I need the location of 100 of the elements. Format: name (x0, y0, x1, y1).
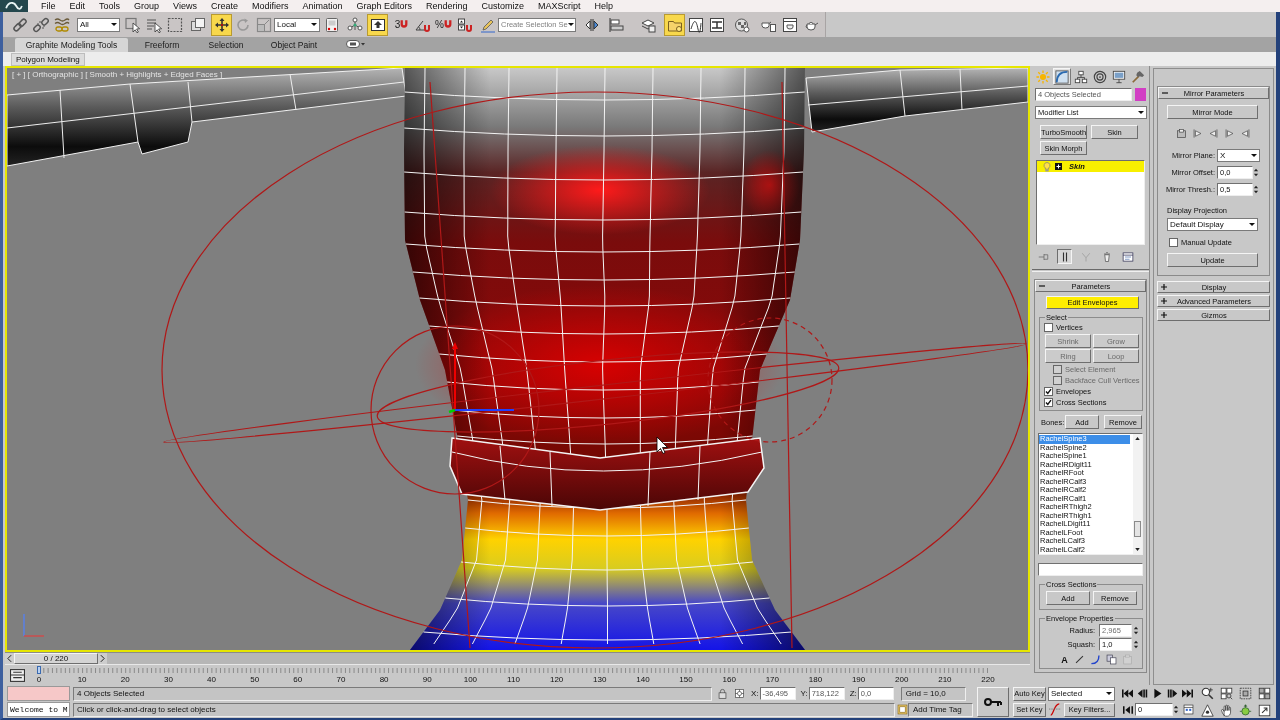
modify-tab[interactable] (1053, 68, 1071, 85)
move-button[interactable] (211, 13, 232, 36)
spinner-arrows-icon[interactable] (1253, 184, 1259, 195)
selection-filter-dropdown[interactable]: All (77, 17, 120, 32)
copy-icon (1106, 654, 1117, 665)
next-frame-button[interactable] (98, 653, 107, 664)
motion-tab[interactable] (1091, 68, 1109, 85)
key-set-dropdown[interactable]: Selected (1048, 686, 1115, 701)
menu-item[interactable]: Edit (62, 0, 93, 12)
snap-button[interactable]: 3 (391, 13, 412, 36)
spinner-arrows-icon[interactable] (1253, 167, 1259, 178)
mini-curve-editor-button[interactable] (9, 667, 26, 683)
object-color-swatch-icon[interactable] (1135, 88, 1146, 101)
frame-label: 30 (163, 675, 173, 684)
transform-gizmo-icon[interactable] (448, 342, 515, 414)
hierarchy-tab[interactable] (1072, 68, 1090, 85)
mirror-tool-button[interactable] (1192, 128, 1203, 139)
menu-item[interactable]: Customize (474, 0, 532, 12)
configure-sets-button[interactable] (1120, 249, 1135, 264)
time-tag-toggle-button[interactable] (896, 702, 908, 717)
lock-selection-button[interactable] (715, 686, 729, 701)
envelope-tool-button[interactable] (1090, 654, 1101, 665)
show-end-result-button[interactable] (1057, 249, 1072, 264)
checkbox[interactable] (1044, 398, 1053, 407)
toggle-caret-icon (346, 40, 365, 48)
ribbon-tab[interactable]: Graphite Modeling Tools (15, 38, 128, 52)
menu-item[interactable]: Modifiers (244, 0, 296, 12)
checkbox[interactable] (1044, 323, 1053, 332)
default-tangent-button[interactable] (1047, 702, 1062, 717)
spinner-arrows-icon[interactable] (1133, 638, 1139, 650)
mirror-tool-button[interactable] (1208, 128, 1219, 139)
menu-item[interactable]: Create (203, 0, 245, 12)
ribbon-panel-label[interactable]: Polygon Modeling (11, 52, 85, 66)
transform-mode-button[interactable] (732, 686, 746, 701)
menu-item[interactable]: Rendering (419, 0, 475, 12)
menu-item[interactable]: Animation (295, 0, 350, 12)
scroll-thumb[interactable] (1134, 521, 1141, 537)
left-triangle-icon (1208, 128, 1219, 139)
ribbon-tab[interactable]: Freeform (128, 38, 196, 52)
coordinate-label: X: (751, 689, 759, 698)
caret-icon (1249, 223, 1255, 226)
previous-frame-button[interactable] (5, 653, 14, 664)
envelope-tool-button[interactable]: A (1060, 654, 1069, 665)
spinner-arrows-icon[interactable] (1133, 624, 1139, 636)
paste-icon (1122, 654, 1133, 665)
selection-status: 4 Objects Selected (73, 686, 712, 701)
ribbon-tab[interactable]: Selection (196, 38, 256, 52)
display-projection-dropdown[interactable]: Default Display (1167, 218, 1258, 231)
right-triangle-icon (1224, 128, 1235, 139)
down-arrow-icon (1135, 548, 1140, 551)
menu-item[interactable]: Help (587, 0, 621, 12)
menu-item[interactable]: MAXScript (531, 0, 588, 12)
frame-label: 60 (293, 675, 303, 684)
time-configuration-button[interactable] (1181, 702, 1196, 717)
app-menu-button[interactable] (0, 0, 28, 12)
caret-icon (1138, 111, 1144, 114)
listener-output[interactable]: Welcome to M (7, 702, 70, 717)
menu-item[interactable]: File (34, 0, 63, 12)
play-icon (1152, 688, 1163, 699)
scrollbar[interactable] (1133, 434, 1142, 554)
checkbox[interactable] (1044, 387, 1053, 396)
time-slider-track[interactable]: 0 / 220 (5, 652, 1030, 665)
coordinate-label: Z: (849, 689, 857, 698)
monitor-icon (1112, 69, 1126, 84)
envelope-tool-button[interactable] (1106, 654, 1117, 665)
spinner-arrows-icon[interactable] (1173, 704, 1179, 715)
mirror-triangles-icon (583, 16, 600, 33)
current-frame-marker[interactable] (37, 666, 41, 674)
menu-item[interactable]: Views (166, 0, 204, 12)
caret-icon (1251, 154, 1257, 157)
menu-item[interactable]: Tools (92, 0, 128, 12)
mirror-plane-dropdown[interactable]: X (1217, 149, 1260, 162)
mirror-tool-button[interactable] (1240, 128, 1251, 139)
mirror-tool-button[interactable] (1224, 128, 1235, 139)
mirror-tool-button[interactable] (1176, 128, 1187, 139)
frame-label: 160 (722, 675, 736, 684)
envelope-tool-button[interactable] (1074, 654, 1085, 665)
add-time-tag-button[interactable]: Add Time Tag (908, 702, 973, 717)
ribbon-toggle-button[interactable] (664, 13, 685, 36)
checkbox[interactable] (1169, 238, 1178, 247)
display-tab[interactable] (1110, 68, 1128, 85)
set-keys-button[interactable] (977, 686, 1009, 717)
menu-item[interactable]: Graph Editors (349, 0, 419, 12)
material-sphere-icon (733, 16, 750, 33)
lock-icon (716, 688, 728, 699)
field-of-view-icon (1201, 703, 1214, 717)
menu-item[interactable]: Group (127, 0, 167, 12)
ribbon-options-button[interactable] (346, 40, 365, 48)
shortcut-override-button[interactable] (367, 13, 388, 36)
utilities-tab[interactable] (1129, 68, 1147, 85)
viewport-navigation-button[interactable] (1198, 702, 1217, 718)
expand-box-icon[interactable] (1055, 163, 1062, 170)
arrow-cursor-icon (124, 16, 141, 33)
percent-snap-button[interactable]: % (433, 13, 454, 36)
frame-thumb[interactable]: 0 / 220 (14, 653, 98, 664)
coordinate-system-dropdown[interactable]: Local (274, 17, 320, 32)
ribbon-tab[interactable]: Object Paint (256, 38, 332, 52)
listener-field[interactable] (7, 686, 70, 701)
bone-name-field[interactable] (1038, 563, 1143, 576)
left-triangle-icon (1240, 128, 1251, 139)
